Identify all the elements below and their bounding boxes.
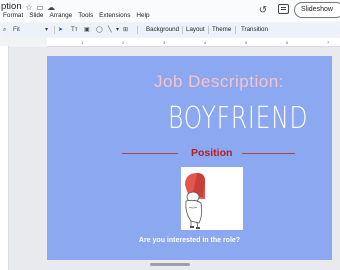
menu-extensions[interactable]: Extensions xyxy=(96,11,133,21)
menu-arrange[interactable]: Arrange xyxy=(46,11,75,21)
text-box-icon[interactable]: Tт xyxy=(71,23,78,37)
toolbar-divider xyxy=(208,26,209,34)
image-icon[interactable]: ▣ xyxy=(84,23,90,37)
transition-button[interactable]: Transition xyxy=(241,23,268,37)
background-button[interactable]: Background xyxy=(146,23,179,37)
history-icon[interactable]: ↺ xyxy=(256,3,270,17)
scrollbar[interactable] xyxy=(150,263,190,266)
toolbar-divider xyxy=(54,26,55,34)
toolbar-divider xyxy=(182,26,183,34)
ruler-mark: 6 xyxy=(286,40,289,45)
ruler-mark: 3 xyxy=(163,40,166,45)
add-comment-icon[interactable]: ⊞ xyxy=(123,23,128,37)
toolbar-divider xyxy=(137,26,138,34)
divider-line-right xyxy=(242,153,295,154)
theme-button[interactable]: Theme xyxy=(212,23,231,37)
toolbar: ⌕ Fit ▾ ➤ Tт ▣ ◯ ╲ ▾ ⊞ Background Layout… xyxy=(0,23,340,37)
zoom-select[interactable]: Fit xyxy=(13,23,20,37)
horizontal-ruler: 1 2 3 4 5 6 7 xyxy=(47,38,340,47)
menu-help[interactable]: Help xyxy=(133,11,152,21)
vertical-ruler xyxy=(0,46,9,270)
line-icon[interactable]: ╲ xyxy=(108,23,112,37)
menu-format[interactable]: Format xyxy=(0,11,26,21)
illustration-image[interactable] xyxy=(181,167,243,230)
slide-question[interactable]: Are you interested in the role? xyxy=(47,237,332,244)
menu-tools[interactable]: Tools xyxy=(75,11,96,21)
menu-bar: Format Slide Arrange Tools Extensions He… xyxy=(0,11,153,21)
zoom-icon[interactable]: ⌕ xyxy=(3,23,6,37)
select-cursor-icon[interactable]: ➤ xyxy=(58,23,63,37)
chevron-down-icon[interactable]: ▾ xyxy=(116,23,119,37)
title-bar: ption ☆ ▭ ☁ Format Slide Arrange Tools E… xyxy=(0,0,340,22)
slide-subtitle[interactable]: BOYFRIEND xyxy=(168,101,308,136)
ruler-mark: 2 xyxy=(122,40,125,45)
ruler-mark: 4 xyxy=(204,40,207,45)
comment-icon[interactable] xyxy=(278,4,289,14)
slide[interactable]: Job Description: BOYFRIEND Position Are … xyxy=(47,56,332,260)
toolbar-divider xyxy=(235,26,236,34)
shape-icon[interactable]: ◯ xyxy=(96,23,103,37)
menu-slide[interactable]: Slide xyxy=(26,11,46,21)
position-heading[interactable]: Position xyxy=(191,147,232,159)
chevron-down-icon[interactable]: ▾ xyxy=(45,23,48,37)
ruler-mark: 5 xyxy=(245,40,248,45)
layout-button[interactable]: Layout xyxy=(186,23,205,37)
ruler-mark: 1 xyxy=(81,40,84,45)
person-illustration-icon xyxy=(181,167,243,230)
slideshow-button[interactable]: Slideshow xyxy=(294,2,340,18)
slide-title-text: Job Description: xyxy=(154,72,284,91)
divider-line-left xyxy=(122,153,178,154)
ruler-mark: 7 xyxy=(327,40,330,45)
